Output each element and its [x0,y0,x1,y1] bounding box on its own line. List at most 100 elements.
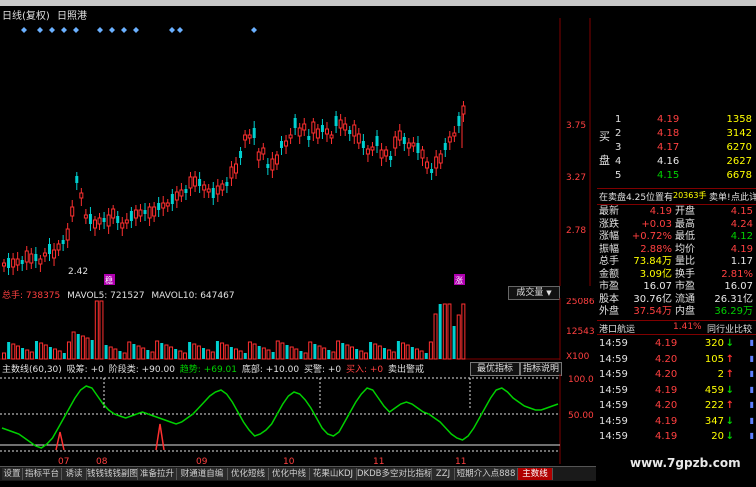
volume-chart[interactable]: 25086 12543 X100 [0,298,596,360]
signal-diamond-icon [177,27,183,33]
tick-price: 4.19 [655,415,678,427]
candle-body [52,249,57,259]
tab[interactable]: 短期介入点888 [455,468,518,480]
tick-time: 14:59 [599,353,628,365]
signal-diamond-icon [251,27,257,33]
candle-body [356,133,361,144]
tab[interactable]: 诱读 [62,468,87,480]
volume-bar [90,340,94,359]
volume-bar [442,303,447,360]
tab-main-line[interactable]: 主数线 [518,468,553,480]
volume-bar [215,341,219,359]
tick-volume: 222 [704,400,724,411]
candle-body [111,208,116,219]
sector-compare-link[interactable]: 同行业比较 [707,322,752,335]
price-chart[interactable]: 3.75 3.27 2.78 2.42 稳 涨 [0,18,596,286]
price-label: 3.27 [566,173,586,183]
candle-body [393,136,398,149]
tab[interactable]: DKDB多空对比指标 [357,468,432,480]
volume-bar [34,341,38,359]
volume-bar [322,347,327,360]
volume-bar [48,347,52,359]
signal-diamond-icon [121,27,127,33]
quote-row: 市盈 16.07 市盈 16.07 [597,281,756,292]
candle-body [329,134,334,139]
tab[interactable]: 花果山KDJ [310,468,357,480]
candle-body [288,134,293,139]
candle-body [320,125,324,132]
button-label: 最优指标 [476,364,513,374]
volume-bar [99,300,104,360]
candle-body [348,130,352,134]
tick-price: 4.19 [655,431,678,442]
candle-body [11,258,16,268]
buy-signal-mark [55,431,65,451]
quote-label: 市盈 [599,281,619,292]
candle-body [97,217,102,225]
tab-label: ZZJ [435,469,451,479]
bid-level: 5 [615,170,622,181]
tab-indicator-platform[interactable]: 指标平台 [23,468,62,480]
candle-body [15,258,20,266]
candle-body [143,210,147,214]
tick-time: 14:59 [599,400,628,411]
volume-bar [456,314,461,360]
bid-volume: 6678 [726,170,752,181]
tick-list: 14:59 4.19 320 ↓ ▮ 14:59 4.20 105 ↑ ▮ 14:59 4.20 2 ↑ ▮… [597,336,756,448]
volume-bar [155,340,160,360]
arrow-down-icon: ↓ [725,338,734,349]
month-axis: 07 08 09 10 11 11 11 [0,457,596,467]
indicator-chart[interactable]: 100.0 50.00 [0,374,596,464]
volume-bar [210,351,215,360]
bid-row[interactable]: 5 4.15 6678 [597,168,756,184]
tab[interactable]: 优化中线 [269,468,310,480]
quote-label: 涨幅 [599,231,619,242]
candle-body [161,202,166,209]
tab[interactable]: 准备拉升 [138,468,177,480]
sector-name[interactable]: 港口航运 [599,322,635,335]
volume-bar [261,347,266,360]
volume-dropdown-label: 成交量 [516,288,544,298]
tab[interactable]: 优化短线 [228,468,269,480]
order-alert-count: 20363手 [673,191,707,200]
tick-time: 14:59 [599,369,628,380]
tick-flag-icon: ▮ [749,400,754,409]
tab[interactable]: ZZJ [432,468,455,480]
candle-body [215,185,220,195]
tick-volume: 320 [704,338,724,349]
price-label: 2.78 [566,226,586,236]
bid-level: 4 [615,156,622,167]
quote-label: 最高 [675,218,695,230]
volume-bar [66,341,71,360]
volume-bar [271,352,275,359]
order-detail-link[interactable]: 点此详细 [731,190,756,203]
candle-body [198,179,202,186]
candle-body [116,216,120,223]
volume-bar [247,341,252,360]
volume-bar [345,344,350,360]
candle-body [447,136,452,143]
candle-body [243,134,248,141]
button-label: 指标说明 [522,364,559,374]
volume-bar [25,349,30,360]
signal-diamond-icon [73,27,79,33]
volume-bar [424,353,428,359]
volume-bar [202,348,206,359]
tab[interactable]: 财通道自编 [177,468,228,480]
volume-bar [224,344,229,360]
tab-label: 指标平台 [24,469,59,479]
volume-bar [80,335,85,360]
tick-time: 14:59 [599,415,628,427]
volume-bar [71,331,76,360]
volume-bar [341,343,345,359]
volume-bar [188,342,192,359]
volume-bar [192,343,197,360]
candle-body [270,158,275,171]
candle-body [102,218,106,222]
order-alert: 在卖盘4.25位置有 20363手 卖单! 点此详细 [597,188,756,203]
tab[interactable]: 钱钱钱钱副图 [87,468,138,480]
candle-body [147,206,152,219]
indicator-tabs: 设置 指标平台 诱读 钱钱钱钱副图 准备拉升 财通道自编 优化短线 优化中线 花… [0,466,596,481]
bid-price: 4.16 [657,156,680,167]
tab-settings[interactable]: 设置 [2,468,23,480]
